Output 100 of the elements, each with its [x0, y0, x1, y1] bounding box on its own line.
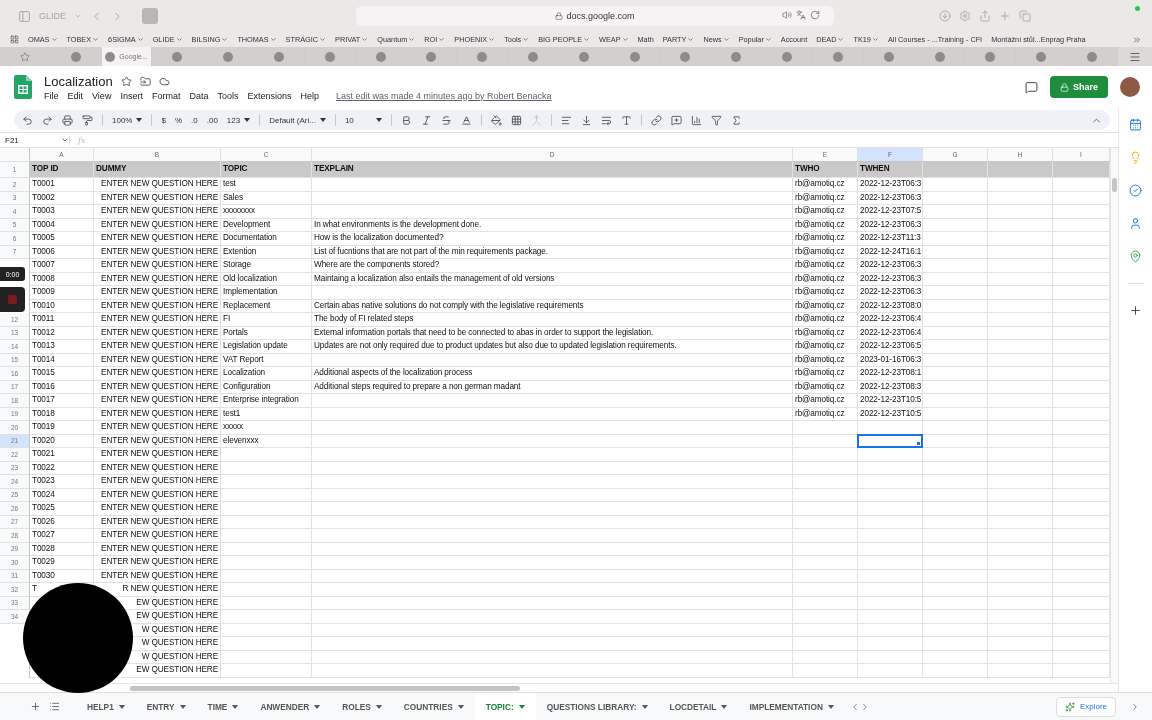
merge-icon[interactable] [530, 114, 542, 126]
stop-recording-button[interactable] [0, 287, 25, 312]
sheet-tab[interactable]: ROLES [331, 693, 393, 720]
reload-icon[interactable] [810, 10, 820, 20]
chart-icon[interactable] [690, 114, 702, 126]
menu-item[interactable]: Edit [67, 90, 84, 101]
strikethrough-icon[interactable] [440, 114, 452, 126]
star-icon[interactable] [120, 75, 132, 87]
last-edit-link[interactable]: Last edit was made 4 minutes ago by Robert Benacka [336, 90, 552, 101]
table-cell: ENTER NEW QUESTION HERE [94, 313, 221, 327]
sheet-tab[interactable]: ANWENDER [249, 693, 332, 720]
avatar[interactable] [1120, 77, 1140, 97]
percent-format[interactable]: % [174, 115, 183, 125]
cloud-icon[interactable] [158, 75, 170, 87]
tasks-icon[interactable] [1129, 184, 1142, 197]
more-bookmarks-icon[interactable] [1132, 34, 1142, 45]
number-format-select[interactable]: 123 [226, 115, 251, 125]
table-cell [858, 664, 923, 678]
name-box[interactable]: F21 [0, 135, 70, 145]
scrollbar-thumb[interactable] [130, 685, 520, 691]
align-icon[interactable] [560, 114, 572, 126]
new-tab-icon[interactable] [998, 10, 1011, 22]
site-icon [782, 51, 793, 62]
browser-tab[interactable] [1067, 47, 1118, 66]
menu-item[interactable]: Data [189, 90, 209, 101]
comments-icon[interactable] [1025, 80, 1038, 94]
filter-icon[interactable] [710, 114, 722, 126]
contacts-icon[interactable] [1129, 217, 1142, 230]
wrap-icon[interactable] [600, 114, 612, 126]
functions-icon[interactable] [730, 114, 742, 126]
browser-tab[interactable] [152, 47, 204, 66]
add-sheet-icon[interactable] [30, 701, 41, 712]
select-all-corner[interactable] [0, 148, 30, 162]
explore-button[interactable]: Explore [1055, 696, 1116, 717]
table-cell: T0009 [30, 286, 94, 300]
text-rotation-icon[interactable] [620, 114, 632, 126]
apps-icon[interactable] [10, 35, 19, 44]
print-icon[interactable] [62, 114, 73, 126]
scrollbar-thumb[interactable] [1112, 178, 1117, 192]
address-bar[interactable]: docs.google.com [356, 6, 834, 26]
borders-icon[interactable] [510, 114, 522, 126]
decrease-decimals[interactable]: .0 [191, 115, 198, 125]
table-cell [923, 232, 988, 246]
undo-icon[interactable] [22, 114, 33, 126]
sheet-tab[interactable]: QUESTIONS LIBRARY: [535, 693, 659, 720]
paint-format-icon[interactable] [82, 114, 93, 126]
table-cell: T0013 [30, 340, 94, 354]
currency-format[interactable]: $ [161, 115, 166, 125]
text-color-icon[interactable] [460, 114, 472, 126]
map-pin-icon[interactable] [1129, 250, 1142, 263]
font-select[interactable]: Default (Ari... [269, 115, 326, 125]
share-icon[interactable] [978, 10, 991, 22]
sheet-tab[interactable]: ENTRY [135, 693, 197, 720]
sheet-tab[interactable]: TOPIC: [474, 693, 536, 720]
download-icon[interactable] [938, 10, 951, 22]
menu-icon[interactable] [1128, 50, 1141, 63]
bold-icon[interactable] [400, 114, 412, 126]
menu-item[interactable]: File [44, 90, 59, 101]
scroll-right-icon[interactable] [860, 701, 870, 712]
share-button[interactable]: Share [1050, 76, 1108, 98]
comment-icon[interactable] [670, 114, 682, 126]
calendar-icon[interactable] [1129, 118, 1142, 131]
table-cell [988, 556, 1053, 570]
menu-item[interactable]: Insert [120, 90, 143, 101]
document-title[interactable]: Localization [44, 73, 113, 89]
move-folder-icon[interactable] [139, 75, 151, 87]
side-panel-toggle-icon[interactable] [1130, 701, 1140, 712]
increase-decimals[interactable]: .00 [206, 115, 218, 125]
redo-icon[interactable] [42, 114, 53, 126]
sheets-logo[interactable] [14, 75, 32, 99]
menu-item[interactable]: Help [300, 90, 319, 101]
fill-color-icon[interactable] [490, 114, 502, 126]
menu-item[interactable]: Extensions [247, 90, 292, 101]
scroll-left-icon[interactable] [850, 701, 860, 712]
settings-icon[interactable] [958, 10, 971, 22]
browser-tab[interactable] [50, 47, 102, 66]
font-size-select[interactable]: 10 [344, 115, 382, 125]
link-icon[interactable] [650, 114, 662, 126]
sheet-tab[interactable]: HELP1 [76, 693, 136, 720]
sidebar-icon[interactable] [18, 9, 31, 23]
zoom-select[interactable]: 100% [112, 115, 143, 125]
add-icon[interactable] [1129, 304, 1142, 317]
all-sheets-icon[interactable] [49, 701, 60, 712]
sheet-tab[interactable]: TIME [196, 693, 250, 720]
menu-item[interactable]: Format [151, 90, 181, 101]
sheet-tab[interactable]: COUNTRIES [392, 693, 475, 720]
table-cell [793, 664, 858, 678]
sheet-tab[interactable]: LOCDETAIL [658, 693, 739, 720]
table-cell [923, 637, 988, 651]
italic-icon[interactable] [420, 114, 432, 126]
table-cell [858, 448, 923, 462]
table-cell: T0011 [30, 313, 94, 327]
lightbulb-icon[interactable] [1129, 151, 1142, 164]
menu-item[interactable]: View [92, 90, 112, 101]
table-cell [988, 421, 1053, 435]
tabs-overview-icon[interactable] [1018, 10, 1031, 22]
vertical-align-icon[interactable] [580, 114, 592, 126]
table-cell [923, 502, 988, 516]
sheet-tab[interactable]: IMPLEMENTATION [738, 693, 845, 720]
menu-item[interactable]: Tools [217, 90, 239, 101]
